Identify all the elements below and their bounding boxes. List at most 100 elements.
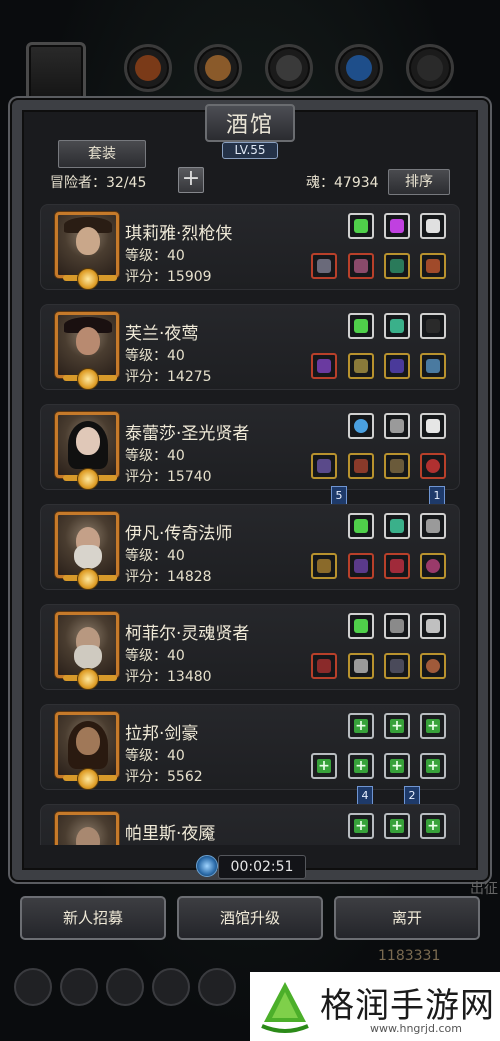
- equip-slot[interactable]: [384, 653, 410, 679]
- hero-level: 等级：40: [125, 448, 185, 464]
- category-tab-tavern[interactable]: [26, 42, 86, 104]
- dock-icon-4[interactable]: [152, 968, 190, 1006]
- recruit-button[interactable]: 新人招募: [20, 896, 166, 940]
- equip-icon: [317, 659, 331, 673]
- dock-icon-2[interactable]: [60, 968, 98, 1006]
- skill-slot[interactable]: [348, 613, 374, 639]
- hero-card[interactable]: 柯菲尔·灵魂贤者 等级：40 评分：13480: [40, 604, 460, 690]
- skill-slot[interactable]: [384, 413, 410, 439]
- slot-count-badge: 4: [357, 786, 373, 811]
- empty-skill-slot[interactable]: +: [348, 813, 374, 839]
- equip-slot[interactable]: [348, 453, 374, 479]
- empty-equip-slot[interactable]: +: [420, 753, 446, 779]
- equip-slot[interactable]: [348, 253, 374, 279]
- face-shape: [76, 327, 100, 355]
- watermark-text: 格润手游网: [320, 986, 495, 1026]
- skill-slot[interactable]: [384, 213, 410, 239]
- empty-skill-slot[interactable]: +: [384, 813, 410, 839]
- sort-button[interactable]: 排序: [388, 169, 450, 195]
- equip-icon: [354, 559, 368, 573]
- equip-slot[interactable]: [348, 353, 374, 379]
- suit-button[interactable]: 套装: [58, 140, 146, 168]
- upgrade-tavern-button[interactable]: 酒馆升级: [177, 896, 323, 940]
- rank-medal-icon: [77, 668, 99, 690]
- equip-icon: [390, 659, 404, 673]
- equip-slot[interactable]: [420, 353, 446, 379]
- empty-skill-slot[interactable]: +: [384, 713, 410, 739]
- dock-icon-1[interactable]: [14, 968, 52, 1006]
- equip-icon: [426, 459, 440, 473]
- empty-skill-slot[interactable]: +: [420, 813, 446, 839]
- skill-slot[interactable]: [384, 313, 410, 339]
- watermark-logo: [261, 982, 309, 1033]
- category-tab-2[interactable]: [124, 44, 172, 92]
- beard-shape: [74, 645, 102, 669]
- hero-level: 等级：40: [125, 348, 185, 364]
- skill-icon: [354, 519, 368, 533]
- leave-button[interactable]: 离开: [334, 896, 480, 940]
- equip-slot[interactable]: [420, 453, 446, 479]
- hero-name: 芙兰·夜莺: [125, 324, 199, 344]
- skill-slot[interactable]: [348, 513, 374, 539]
- equip-icon: [426, 559, 440, 573]
- empty-skill-slot[interactable]: +: [348, 713, 374, 739]
- skill-slot[interactable]: [384, 613, 410, 639]
- category-bar: [0, 42, 500, 104]
- equip-slot[interactable]: [384, 253, 410, 279]
- skill-slot[interactable]: [420, 313, 446, 339]
- hero-card[interactable]: 拉邦·剑豪 等级：40 评分：5562 + + + + + + +: [40, 704, 460, 790]
- category-tab-6[interactable]: [406, 44, 454, 92]
- skill-slot[interactable]: [420, 213, 446, 239]
- skill-slot[interactable]: [420, 613, 446, 639]
- equip-slot[interactable]: [311, 253, 337, 279]
- equip-icon: [390, 259, 404, 273]
- skill-slot[interactable]: [348, 213, 374, 239]
- category-tab-5[interactable]: [335, 44, 383, 92]
- category-icon: [417, 55, 443, 81]
- hero-score: 评分：15740: [125, 469, 212, 485]
- hero-card[interactable]: 伊凡·传奇法师 等级：40 评分：14828: [40, 504, 460, 590]
- add-slot-button[interactable]: +: [178, 167, 204, 193]
- hero-card[interactable]: 帕里斯·夜魇 + + +: [40, 804, 460, 845]
- equip-slot[interactable]: [420, 553, 446, 579]
- equip-slot[interactable]: [420, 653, 446, 679]
- equip-slot[interactable]: [348, 553, 374, 579]
- category-tab-3[interactable]: [194, 44, 242, 92]
- equip-slot[interactable]: [384, 453, 410, 479]
- empty-equip-slot[interactable]: +: [348, 753, 374, 779]
- empty-equip-slot[interactable]: +: [384, 753, 410, 779]
- skill-slot[interactable]: [420, 413, 446, 439]
- equip-slot[interactable]: [420, 253, 446, 279]
- dock-icon-5[interactable]: [198, 968, 236, 1006]
- empty-equip-slot[interactable]: +: [311, 753, 337, 779]
- equip-icon: [354, 259, 368, 273]
- category-icon: [205, 55, 231, 81]
- equip-slot[interactable]: [384, 353, 410, 379]
- hero-card[interactable]: 泰蕾莎·圣光贤者 等级：40 评分：15740: [40, 404, 460, 490]
- hero-score: 评分：13480: [125, 669, 212, 685]
- equip-slot[interactable]: [384, 553, 410, 579]
- skill-icon: [390, 419, 404, 433]
- equip-slot[interactable]: [311, 553, 337, 579]
- skill-slot[interactable]: [348, 413, 374, 439]
- equip-slot[interactable]: [311, 353, 337, 379]
- hero-level: 等级：40: [125, 548, 185, 564]
- skill-slot[interactable]: [420, 513, 446, 539]
- empty-skill-slot[interactable]: +: [420, 713, 446, 739]
- skill-slot[interactable]: [348, 313, 374, 339]
- hero-score: 评分：5562: [125, 769, 203, 785]
- equip-slot[interactable]: [311, 453, 337, 479]
- equip-slot[interactable]: [348, 653, 374, 679]
- plus-icon: +: [354, 758, 368, 774]
- hero-card[interactable]: 琪莉雅·烈枪侠 等级：40 评分：15909: [40, 204, 460, 290]
- hero-card[interactable]: 芙兰·夜莺 等级：40 评分：14275: [40, 304, 460, 390]
- dock-icon-3[interactable]: [106, 968, 144, 1006]
- category-icon: [135, 55, 161, 81]
- equip-slot[interactable]: [311, 653, 337, 679]
- soul-count: 魂：47934: [306, 175, 379, 191]
- hero-list[interactable]: 琪莉雅·烈枪侠 等级：40 评分：15909 芙兰·夜莺 等级：40 评分：14…: [40, 200, 460, 845]
- equip-icon: [426, 659, 440, 673]
- skill-slot[interactable]: [384, 513, 410, 539]
- category-tab-4[interactable]: [265, 44, 313, 92]
- slot-count-badge: 5: [331, 486, 347, 511]
